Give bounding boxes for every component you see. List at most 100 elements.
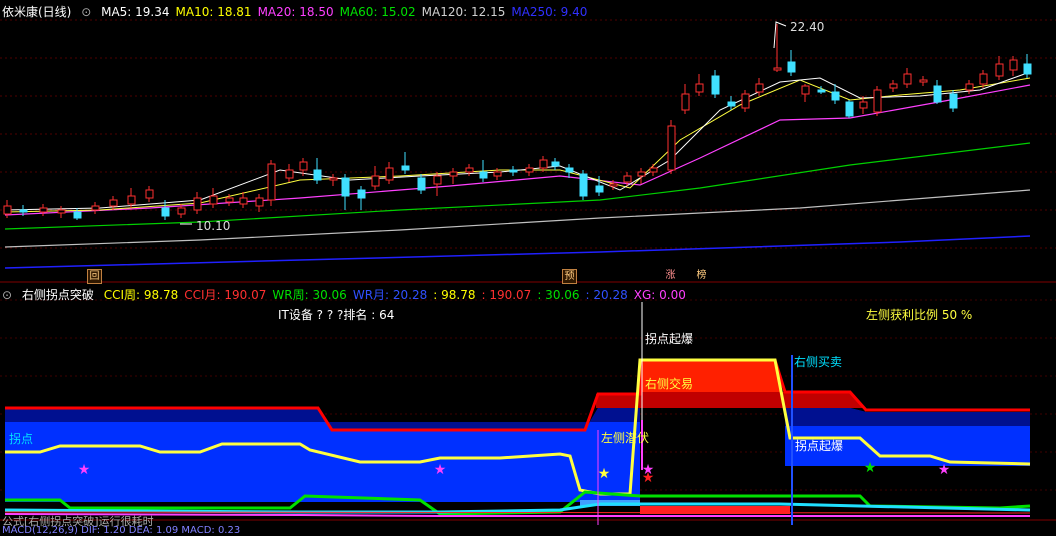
candle-body xyxy=(225,197,234,203)
rank-text: IT设备 ? ? ?排名 : 64 xyxy=(278,308,395,322)
ma120-line xyxy=(4,189,1031,248)
candle-body xyxy=(565,167,574,173)
candle-body xyxy=(551,161,560,167)
indicator-value: : 30.06 xyxy=(537,288,580,302)
candle-body xyxy=(145,189,154,199)
candle-body xyxy=(741,93,750,109)
label-guaidian-qibao: 拐点起爆 xyxy=(645,332,694,346)
candle-body xyxy=(595,185,604,193)
candle-body xyxy=(401,165,410,171)
marker-zhang[interactable]: 涨 xyxy=(664,269,677,282)
ma-legend-item: MA5: 19.34 xyxy=(101,5,170,19)
indicator-value: : 190.07 xyxy=(481,288,532,302)
indicator-value: WR周: 30.06 xyxy=(272,288,347,302)
indicator-red-band-mid xyxy=(640,392,866,408)
candle-body xyxy=(681,93,690,111)
candle-body xyxy=(525,167,534,173)
candle-body xyxy=(433,175,442,185)
low-price-label: 10.10 xyxy=(196,219,231,233)
candle-body xyxy=(493,171,502,177)
indicator-values: CCI周: 98.78 CCI月: 190.07 WR周: 30.06 WR月: 20… xyxy=(104,288,692,302)
candle-body xyxy=(479,171,488,179)
candle-body xyxy=(19,209,28,213)
macd-header[interactable]: MACD(12,26,9) DIF: 1.20 DEA: 1.09 MACD: … xyxy=(2,525,240,536)
star-icon: ★ xyxy=(434,462,447,478)
label-guaidian: 拐点 xyxy=(9,432,34,446)
ma-legend-item: MA20: 18.50 xyxy=(257,5,334,19)
ma-legend-item: MA10: 18.81 xyxy=(175,5,252,19)
indicator-header: ⊙ 右侧拐点突破 CCI周: 98.78 CCI月: 190.07 WR周: 30.… xyxy=(2,286,698,303)
indicator-chevron-icon[interactable]: ⊙ xyxy=(2,288,12,302)
label-youce-jiaoyi: 右侧交易 xyxy=(645,377,694,391)
candle-body xyxy=(329,177,338,181)
candle-body xyxy=(285,169,294,179)
candle-body xyxy=(193,197,202,211)
candle-body xyxy=(449,171,458,177)
candle-body xyxy=(801,85,810,95)
ma250-line xyxy=(4,235,1031,269)
candle-body xyxy=(755,83,764,93)
candle-body xyxy=(127,195,136,205)
candle-body xyxy=(267,163,276,201)
candle-body xyxy=(637,171,646,177)
indicator-value: WR月: 20.28 xyxy=(352,288,428,302)
candle-body xyxy=(417,177,426,191)
candle-body xyxy=(903,73,912,85)
candle-body xyxy=(341,177,350,197)
candle-body xyxy=(239,197,248,205)
marker-hui[interactable]: 回 xyxy=(87,269,102,284)
candle-body xyxy=(57,209,66,214)
indicator-value: : 20.28 xyxy=(585,288,628,302)
candle-body xyxy=(73,211,82,219)
candle-body xyxy=(979,73,988,85)
candle-body xyxy=(1009,59,1018,71)
candle-body xyxy=(711,75,720,95)
label-guaidian-qibao-2: 拐点起爆 xyxy=(795,439,844,453)
star-icon: ★ xyxy=(938,462,951,478)
candle-body xyxy=(609,183,618,187)
red-baseline xyxy=(4,511,1031,514)
ma-legend-item: MA120: 12.15 xyxy=(421,5,506,19)
candle-body xyxy=(949,93,958,109)
indicator-value: XG: 0.00 xyxy=(633,288,686,302)
marker-bang[interactable]: 榜 xyxy=(695,269,708,282)
star-icon: ★ xyxy=(78,462,91,478)
candle-body xyxy=(787,61,796,73)
label-youce-maimai: 右侧买卖 xyxy=(794,355,843,369)
chevron-down-icon[interactable]: ⊙ xyxy=(81,5,91,19)
candle-body xyxy=(3,205,12,215)
candle-body xyxy=(727,101,736,107)
star-icon: ★ xyxy=(598,466,611,482)
candle-body xyxy=(1023,63,1032,75)
high-pointer xyxy=(773,21,787,49)
candle-body xyxy=(889,83,898,89)
candle-body xyxy=(873,89,882,113)
candle-body xyxy=(161,207,170,217)
star-icon: ★ xyxy=(642,470,655,486)
marker-yu[interactable]: 预 xyxy=(562,269,577,284)
candle-body xyxy=(371,175,380,187)
candle-body xyxy=(579,173,588,197)
chart-canvas: ★ ★ ★ ★★★ ★ xyxy=(0,19,1056,525)
candle-body xyxy=(667,125,676,171)
candle-body xyxy=(995,63,1004,77)
candle-body xyxy=(91,205,100,211)
candle-body xyxy=(177,207,186,215)
magenta-line xyxy=(4,513,1030,517)
candle-body xyxy=(965,83,974,91)
candle-body xyxy=(509,169,518,173)
ma-legend-item: MA60: 15.02 xyxy=(339,5,416,19)
ma60-line xyxy=(4,142,1031,230)
candle-body xyxy=(313,169,322,181)
indicator-red-band xyxy=(596,394,640,408)
candle-body xyxy=(773,67,782,71)
high-price-label: 22.40 xyxy=(790,20,825,34)
candle-body xyxy=(933,85,942,103)
candle-body xyxy=(299,161,308,171)
candle-body xyxy=(919,79,928,83)
ma-legend-item: MA250: 9.40 xyxy=(511,5,588,19)
indicator-title[interactable]: 右侧拐点突破 xyxy=(22,288,94,302)
candle-body xyxy=(109,199,118,207)
candle-body xyxy=(831,91,840,101)
stock-title[interactable]: 依米康(日线) xyxy=(2,5,71,19)
